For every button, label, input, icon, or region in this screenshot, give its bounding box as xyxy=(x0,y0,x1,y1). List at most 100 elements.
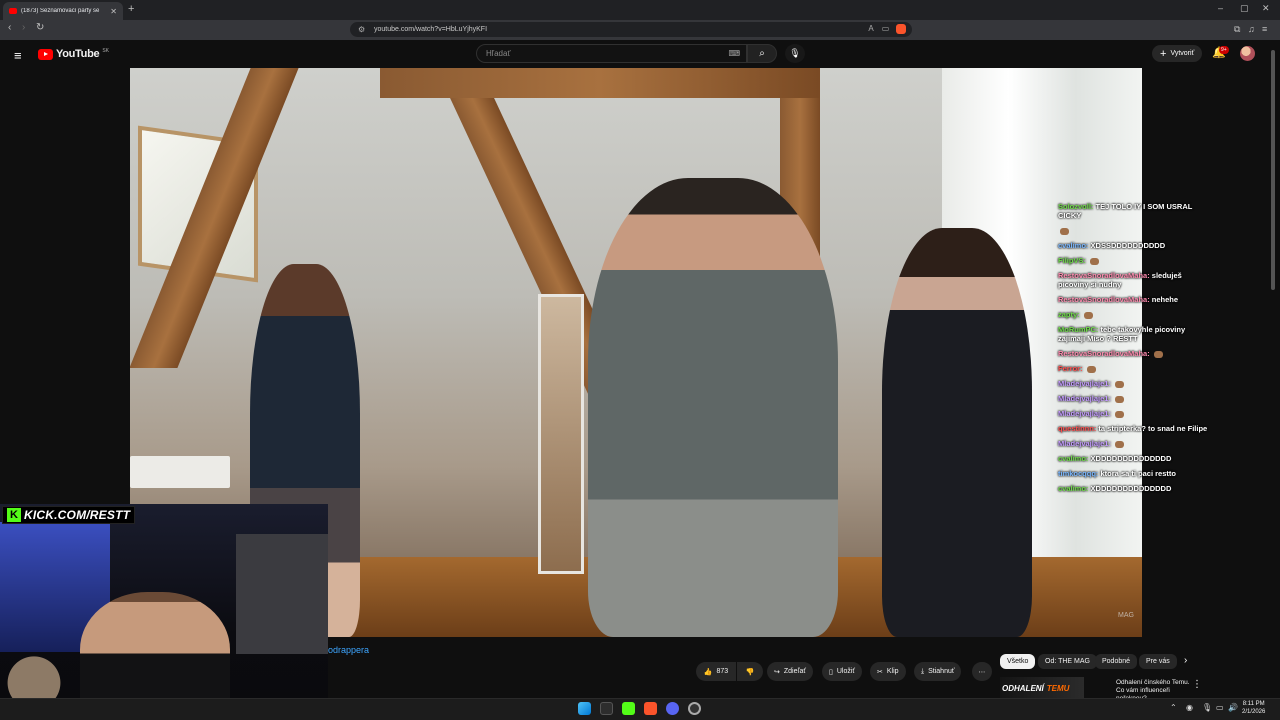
chat-message: Ferror: xyxy=(1058,364,1208,373)
chat-emote-icon xyxy=(1083,311,1093,319)
thumb-text-a: ODHALENÍ xyxy=(1002,683,1044,693)
brave-browser-icon[interactable] xyxy=(644,702,657,715)
forward-icon[interactable]: › xyxy=(22,22,25,33)
microphone-icon: 🎙 xyxy=(789,48,801,58)
hamburger-menu-icon[interactable]: ≡ xyxy=(14,48,22,63)
chat-message: zapty: xyxy=(1058,310,1208,319)
chat-message: Mladejvajlaje1: xyxy=(1058,439,1208,448)
download-button[interactable]: ⤓ Stiahnuť xyxy=(914,662,962,681)
extensions-icon[interactable]: ⧉ xyxy=(1234,24,1240,35)
chat-message: Mladejvajlaje1: xyxy=(1058,379,1208,388)
account-avatar[interactable] xyxy=(1240,46,1255,61)
chat-message: cvalimo: XDDDDDDDDDDDDDD xyxy=(1058,484,1208,493)
chat-username: FilipVS: xyxy=(1058,256,1086,265)
plus-icon: + xyxy=(1160,47,1167,60)
windows-start-icon[interactable] xyxy=(578,702,591,715)
menu-icon[interactable]: ≡ xyxy=(1262,24,1267,34)
clock-date: 2/1/2026 xyxy=(1242,709,1266,715)
discord-icon[interactable] xyxy=(666,702,679,715)
chat-message: Mladejvajlaje1: xyxy=(1058,394,1208,403)
filter-chip[interactable]: Podobné xyxy=(1095,654,1138,669)
more-actions-button[interactable]: ⋯ xyxy=(972,662,992,681)
channel-link[interactable]: odrappera xyxy=(328,645,369,655)
chat-username: cvalimo: xyxy=(1058,484,1089,493)
page-scrollbar[interactable] xyxy=(1271,50,1275,290)
kick-app-icon[interactable] xyxy=(622,702,635,715)
chat-text: nehehe xyxy=(1151,295,1179,304)
search-input[interactable] xyxy=(486,49,716,58)
thumb-text-b: TEMU xyxy=(1046,683,1070,693)
video-beam xyxy=(380,68,820,98)
chat-message: FilipVS: xyxy=(1058,256,1208,265)
dislike-button[interactable]: 👎 xyxy=(737,662,763,681)
keyboard-icon[interactable]: ⌨ xyxy=(728,49,740,58)
create-button[interactable]: + Vytvoriť xyxy=(1152,45,1203,62)
chat-emote-icon xyxy=(1060,227,1069,235)
share-button[interactable]: ↪ Zdieľať xyxy=(767,662,814,681)
back-icon[interactable]: ‹ xyxy=(8,22,11,33)
search-box[interactable]: ⌨ xyxy=(476,44,747,63)
region-code: SK xyxy=(102,47,109,54)
tray-chevron-icon[interactable]: ⌃ xyxy=(1170,703,1177,712)
chat-emote-icon xyxy=(1115,395,1125,403)
youtube-logo[interactable]: YouTube SK xyxy=(38,48,109,60)
webcam-panel xyxy=(236,534,328,654)
chevron-right-icon[interactable]: › xyxy=(1184,655,1187,666)
brave-shield-icon[interactable] xyxy=(896,24,906,34)
tab-title: (1873) Seznamovací party se xyxy=(21,8,100,14)
tab-close-icon[interactable]: ✕ xyxy=(110,7,117,16)
kebab-menu-icon[interactable]: ⋮ xyxy=(1192,679,1202,690)
chat-username: Mladejvajlaje1: xyxy=(1058,409,1111,418)
recommended-video[interactable]: ODHALENÍ TEMU Odhalení čínského Temu. Co… xyxy=(1000,677,1202,702)
filter-chip[interactable]: Pre vás xyxy=(1139,654,1177,669)
kick-logo-icon: K xyxy=(7,508,21,522)
video-person-center xyxy=(588,178,838,637)
address-bar[interactable]: ⚙ youtube.com/watch?v=HbLuYjhyKFI A ▭ ↗ xyxy=(350,22,912,37)
youtube-favicon-icon xyxy=(9,8,17,14)
clip-button[interactable]: ✂ Klip xyxy=(870,662,906,681)
volume-icon[interactable]: 🔊 xyxy=(1228,703,1238,712)
share-label: Zdieľať xyxy=(783,668,807,675)
save-label: Uložiť xyxy=(836,668,856,675)
close-window-button[interactable]: ✕ xyxy=(1262,3,1270,14)
notification-count-badge: 9+ xyxy=(1219,46,1229,54)
taskbar-clock[interactable]: 8:11 PM 2/1/2026 xyxy=(1242,700,1265,716)
obs-icon[interactable] xyxy=(688,702,701,715)
task-view-icon[interactable] xyxy=(600,702,613,715)
chat-username: Solozvoll: xyxy=(1058,202,1094,211)
tray-mic-icon[interactable]: 🎙 xyxy=(1202,703,1212,712)
minimize-button[interactable]: – xyxy=(1218,3,1223,13)
chat-username: timkocqqq: xyxy=(1058,469,1099,478)
chat-emote-icon xyxy=(1090,257,1100,265)
chat-username: cvalimo: xyxy=(1058,454,1089,463)
browser-tab[interactable]: (1873) Seznamovací party se ✕ xyxy=(3,2,123,20)
chat-emote-icon xyxy=(1153,350,1163,358)
network-icon[interactable]: ▭ xyxy=(1216,703,1224,712)
filter-chip[interactable]: Všetko xyxy=(1000,654,1036,669)
browser-tab-bar xyxy=(0,0,1280,20)
url-text[interactable]: youtube.com/watch?v=HbLuYjhyKFI xyxy=(374,26,487,33)
chat-message: questinnn: ta stripterka? to snad ne Fil… xyxy=(1058,424,1208,433)
chat-text: XDSSDDDDDDDDDD xyxy=(1090,241,1166,250)
tray-app-icon[interactable]: ◉ xyxy=(1186,703,1193,712)
new-tab-button[interactable]: + xyxy=(128,3,134,15)
video-sink xyxy=(130,456,230,488)
chat-text: ktora sa ti paci restto xyxy=(1100,469,1176,478)
search-icon: ⌕ xyxy=(759,48,765,59)
recommended-thumbnail[interactable]: ODHALENÍ TEMU xyxy=(1000,677,1084,699)
like-button[interactable]: 👍 873 xyxy=(696,662,736,681)
site-info-icon[interactable]: ⚙ xyxy=(358,25,365,34)
chat-username: RestovaSnoradlovaMaha: xyxy=(1058,349,1150,358)
scissors-icon: ✂ xyxy=(877,668,883,676)
cast-icon[interactable]: ▭ xyxy=(882,24,890,33)
media-icon[interactable]: ♫ xyxy=(1248,24,1255,34)
filter-chip[interactable]: Od: THE MAG xyxy=(1038,654,1097,669)
voice-search-button[interactable]: 🎙 xyxy=(785,44,805,63)
save-button[interactable]: ▯ Uložiť xyxy=(822,662,863,681)
maximize-button[interactable]: ▢ xyxy=(1240,3,1249,14)
reload-icon[interactable]: ↻ xyxy=(36,22,44,33)
chat-emote-icon xyxy=(1115,440,1125,448)
like-count: 873 xyxy=(716,668,729,675)
translate-icon[interactable]: A xyxy=(868,24,873,33)
search-button[interactable]: ⌕ xyxy=(747,44,777,63)
